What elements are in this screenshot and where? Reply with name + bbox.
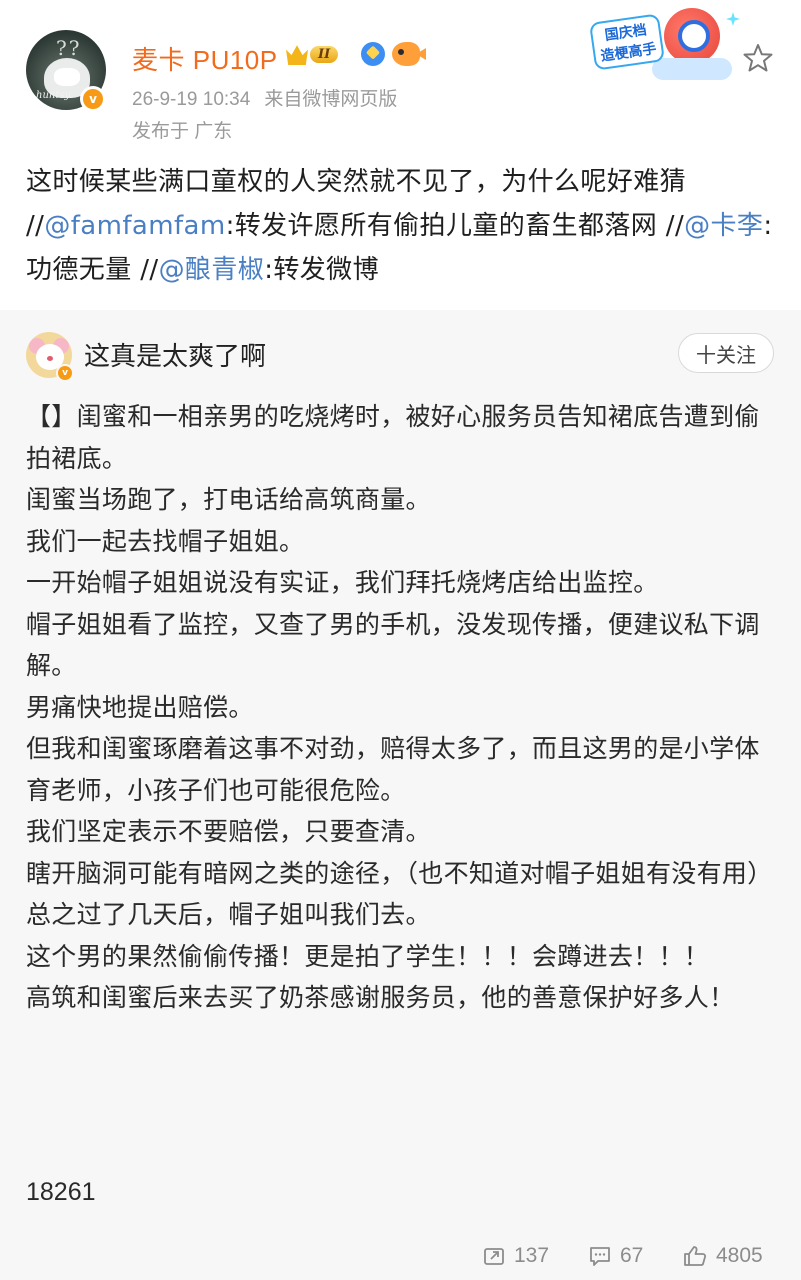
retweet-card[interactable]: v 这真是太爽了啊 十关注 【】闺蜜和一相亲男的吃烧烤时，被好心服务员告知裙底告… — [0, 310, 801, 1240]
retweet-line: 【】闺蜜和一相亲男的吃烧烤时，被好心服务员告知裙底告遭到偷拍裙底。 — [26, 402, 760, 473]
post-text-part: :转发许愿所有偷拍儿童的畜生都落网 // — [225, 211, 685, 241]
repost-icon — [484, 1248, 504, 1265]
post-location: 发布于 广东 — [132, 121, 233, 142]
retweet-line: 闺蜜当场跑了，打电话给高筑商量。 — [26, 485, 431, 514]
follow-button[interactable]: 十关注 — [678, 333, 774, 373]
retweet-stats-bar: 137 67 4805 — [0, 1240, 801, 1280]
event-badge-label: 国庆档 造梗高手 — [589, 13, 665, 71]
comment-icon — [590, 1247, 610, 1266]
post-timestamp: 26-9-19 10:34 — [132, 89, 251, 110]
event-badge[interactable]: 国庆档 造梗高手 — [589, 8, 744, 88]
level-label: II — [310, 45, 339, 63]
like-count: 4805 — [716, 1244, 763, 1267]
comment-count: 67 — [620, 1244, 644, 1267]
avatar-watermark: huntsy. — [36, 90, 72, 101]
cloud-decoration — [652, 58, 732, 80]
sparkle-icon — [726, 12, 740, 26]
repost-button[interactable]: 137 — [482, 1244, 549, 1268]
retweet-line: 瞎开脑洞可能有暗网之类的途径，（也不知道对帽子姐姐有没有用） — [26, 858, 773, 888]
verified-icon: v — [56, 364, 74, 382]
like-button[interactable]: 4805 — [682, 1244, 763, 1268]
retweet-line: 这个男的果然偷偷传播！更是拍了学生！！！会蹲进去！！！ — [26, 941, 710, 971]
mention-link[interactable]: @酿青椒 — [159, 255, 265, 285]
avatar-nose — [47, 356, 53, 361]
retweet-line: 一开始帽子姐姐说没有实证，我们拜托烧烤店给出监控。 — [26, 568, 659, 597]
post-text: 这时候某些满口童权的人突然就不见了，为什么呢好难猜 //@famfamfam:转… — [26, 160, 776, 292]
author-name[interactable]: 麦卡 PU10P — [132, 40, 278, 77]
member-level-badge[interactable]: II — [286, 40, 344, 68]
retweet-line: 总之过了几天后，帽子姐叫我们去。 — [26, 900, 431, 929]
verified-icon: v — [80, 86, 106, 112]
retweet-line: 我们坚定表示不要赔偿，只要查清。 — [26, 817, 431, 846]
repost-count: 137 — [514, 1244, 550, 1267]
retweet-line: 男痛快地提出赔偿。 — [26, 692, 254, 722]
retweet-body: 【】闺蜜和一相亲男的吃烧烤时，被好心服务员告知裙底告遭到偷拍裙底。 闺蜜当场跑了… — [26, 396, 778, 1019]
avatar-owl-face — [54, 68, 80, 86]
post-text-part: :转发微博 — [264, 255, 379, 285]
retweet-line: 我们一起去找帽子姐姐。 — [26, 526, 305, 556]
comment-button[interactable]: 67 — [588, 1244, 643, 1268]
retweet-line: 高筑和闺蜜后来去买了奶茶感谢服务员，他的善意保护好多人！ — [26, 983, 735, 1012]
shield-badge-icon[interactable] — [356, 37, 390, 71]
retweet-line: 帽子姐姐看了监控，又查了男的手机，没发现传播，便建议私下调解。 — [26, 609, 760, 681]
fish-badge-icon[interactable] — [392, 42, 420, 66]
retweet-author-name[interactable]: 这真是太爽了啊 — [84, 336, 266, 373]
mention-link[interactable]: @famfamfam — [44, 211, 225, 241]
like-icon — [684, 1246, 707, 1266]
star-icon[interactable] — [742, 42, 774, 74]
post-source: 来自微博网页版 — [264, 89, 398, 110]
mention-link[interactable]: @卡李 — [684, 211, 763, 241]
mascot-icon — [664, 8, 720, 64]
post-header: ?? huntsy. v 麦卡 PU10P II 26-9-19 10:34 来自… — [0, 0, 801, 150]
retweet-count-text: 18261 — [26, 1178, 96, 1206]
avatar-question-marks: ?? — [56, 36, 82, 60]
crown-icon — [286, 45, 308, 65]
retweet-line: 但我和闺蜜琢磨着这事不对劲，赔得太多了，而且这男的是小学体育老师，小孩子们也可能… — [26, 734, 760, 805]
post-meta: 26-9-19 10:34 来自微博网页版 — [132, 84, 397, 111]
